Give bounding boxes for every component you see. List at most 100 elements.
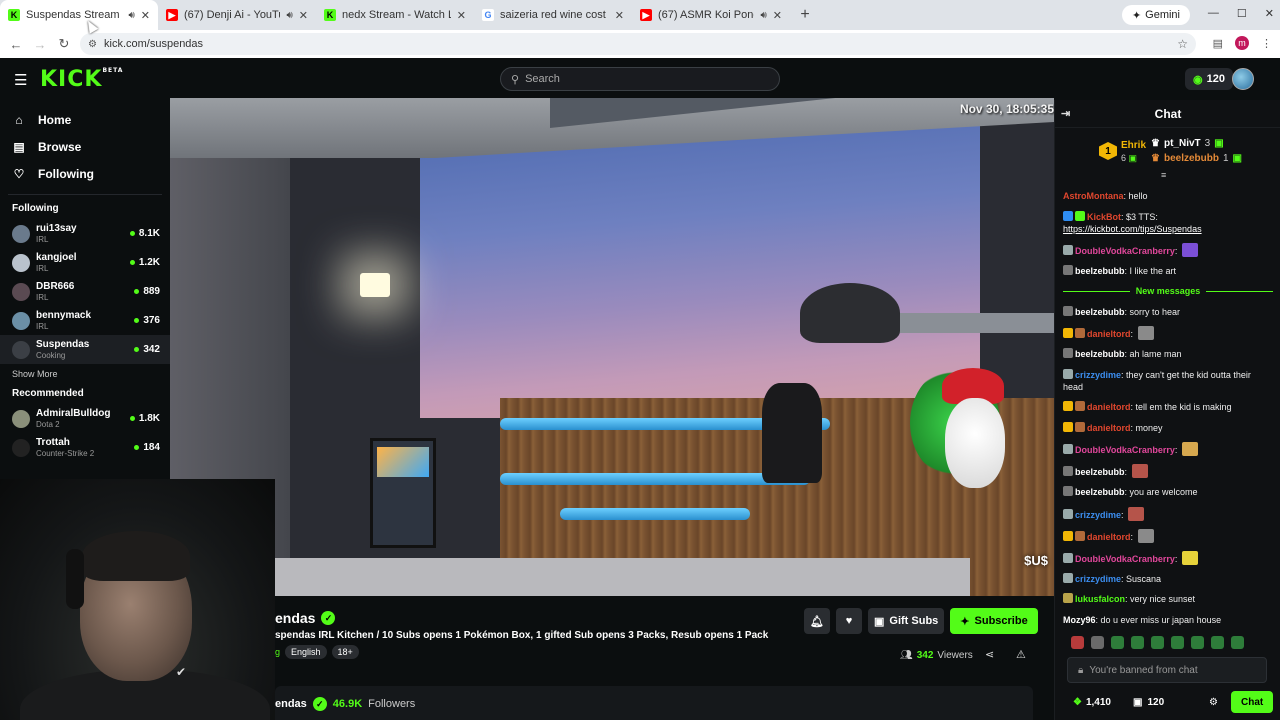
minimize-icon[interactable]: —: [1208, 7, 1219, 20]
streamer-name[interactable]: endas: [275, 610, 315, 626]
video-watermark: $U$: [1024, 553, 1048, 568]
close-tab-icon[interactable]: ✕: [773, 9, 782, 22]
emote-icon[interactable]: [1231, 636, 1244, 649]
expand-pinned-icon[interactable]: ≡: [1161, 170, 1166, 180]
subscribe-button[interactable]: ✦ Subscribe: [950, 608, 1038, 634]
emote-icon[interactable]: [1131, 636, 1144, 649]
notification-bell-button[interactable]: 🔔︎: [804, 608, 830, 634]
chat-username[interactable]: Mozy96: [1063, 615, 1096, 625]
tag-language[interactable]: English: [285, 645, 327, 659]
chat-username[interactable]: DoubleVodkaCranberry: [1075, 246, 1175, 256]
browser-tab[interactable]: Gsaizeria red wine cost - Google ✕: [474, 0, 632, 30]
back-icon[interactable]: ←: [4, 37, 28, 52]
emote-icon[interactable]: [1171, 636, 1184, 649]
speaker-icon[interactable]: 🔊︎: [760, 10, 766, 21]
chat-send-button[interactable]: Chat: [1231, 691, 1274, 713]
follow-heart-button[interactable]: ♥: [836, 608, 862, 634]
chat-username[interactable]: beelzebubb: [1075, 349, 1125, 359]
close-window-icon[interactable]: ✕: [1265, 7, 1274, 20]
close-tab-icon[interactable]: ✕: [457, 9, 466, 22]
nav-item-following[interactable]: ♡ Following: [12, 160, 170, 187]
chat-username[interactable]: beelzebubb: [1075, 307, 1125, 317]
sidebar-channel[interactable]: DBR666 IRL 889: [0, 277, 170, 306]
chat-username[interactable]: DoubleVodkaCranberry: [1075, 554, 1175, 564]
hamburger-menu-icon[interactable]: ☰: [14, 71, 27, 89]
show-more-link[interactable]: Show More: [0, 364, 170, 384]
leader-second[interactable]: ♛ pt_NivT 3 ▣: [1151, 138, 1224, 149]
chat-username[interactable]: crizzydime: [1075, 510, 1121, 520]
search-input[interactable]: ⚲ Search: [500, 67, 780, 91]
chat-username[interactable]: KickBot: [1087, 212, 1121, 222]
category-link[interactable]: g: [275, 647, 280, 657]
chat-username[interactable]: crizzydime: [1075, 574, 1121, 584]
kick-logo[interactable]: KICKBETA: [40, 67, 123, 92]
collapse-chat-icon[interactable]: ⇥: [1061, 107, 1070, 120]
chat-username[interactable]: AstroMontana: [1063, 191, 1124, 201]
profile-avatar[interactable]: m: [1235, 36, 1249, 50]
speaker-icon[interactable]: 🔊︎: [128, 10, 134, 21]
chat-username[interactable]: beelzebubb: [1075, 487, 1125, 497]
sidebar-channel[interactable]: rui13say IRL 8.1K: [0, 219, 170, 248]
maximize-icon[interactable]: ☐: [1237, 7, 1247, 20]
nav-item-home[interactable]: ⌂ Home: [12, 106, 170, 133]
bookmark-star-icon[interactable]: ☆: [1177, 37, 1188, 51]
nav-item-browse[interactable]: ▤ Browse: [12, 133, 170, 160]
browser-tab[interactable]: ▶ (67) Denji Ai - YouTube 🔊︎ ✕: [158, 0, 316, 30]
following-list: rui13say IRL 8.1K kangjoel IRL 1.2K DBR666 IRL 8…: [0, 219, 170, 364]
emote-icon[interactable]: [1111, 636, 1124, 649]
chat-input[interactable]: 🔒︎ You're banned from chat: [1067, 657, 1267, 683]
sidebar-channel[interactable]: kangjoel IRL 1.2K: [0, 248, 170, 277]
chat-username[interactable]: DoubleVodkaCranberry: [1075, 445, 1175, 455]
gemini-button[interactable]: ✦ Gemini: [1121, 5, 1190, 25]
logo-beta-tag: BETA: [102, 67, 124, 74]
sidebar-channel[interactable]: AdmiralBulldog Dota 2 1.8K: [0, 404, 170, 433]
channel-viewers: 342: [134, 344, 160, 355]
sidebar-channel[interactable]: bennymack IRL 376: [0, 306, 170, 335]
close-tab-icon[interactable]: ✕: [299, 9, 308, 22]
leader-first-name[interactable]: Ehrik: [1121, 140, 1146, 151]
chat-username[interactable]: danieltord: [1087, 329, 1131, 339]
browser-tab[interactable]: K Suspendas Stream - Watch 🔊︎ ✕: [0, 0, 158, 30]
chat-username[interactable]: danieltord: [1087, 402, 1131, 412]
forward-icon[interactable]: →: [28, 37, 52, 52]
chat-message: danieltord:: [1063, 322, 1273, 344]
emote-icon[interactable]: [1091, 636, 1104, 649]
chat-settings-icon[interactable]: ⚙: [1209, 697, 1218, 708]
emote-icon[interactable]: [1211, 636, 1224, 649]
reload-icon[interactable]: ↻: [52, 36, 76, 52]
browser-tab[interactable]: ▶ (67) ASMR Koi Pond (10 Ho 🔊︎ ✕: [632, 0, 790, 30]
sidebar-channel[interactable]: Trottah Counter-Strike 2 184: [0, 433, 170, 462]
new-tab-icon[interactable]: +: [790, 6, 820, 24]
share-icon[interactable]: ⋖: [985, 648, 994, 661]
sidebar-channel[interactable]: Suspendas Cooking 342: [0, 335, 170, 364]
site-info-icon[interactable]: ⚙: [88, 39, 97, 50]
browser-tab[interactable]: Knedx Stream - Watch Live on Ki ✕: [316, 0, 474, 30]
gift-subs-button[interactable]: ▣ Gift Subs: [868, 608, 945, 634]
emote-icon[interactable]: [1191, 636, 1204, 649]
extensions-icon[interactable]: ▤: [1213, 37, 1223, 50]
chat-username[interactable]: beelzebubb: [1075, 266, 1125, 276]
kick-points-button[interactable]: ◉ 120: [1185, 68, 1233, 90]
chat-username[interactable]: danieltord: [1087, 532, 1131, 542]
url-field[interactable]: ⚙ kick.com/suspendas ☆: [80, 33, 1196, 55]
emote-icon[interactable]: [1071, 636, 1084, 649]
chat-username[interactable]: lukusfalcon: [1075, 594, 1125, 604]
leader-third[interactable]: ♛ beelzebubb 1 ▣: [1151, 153, 1242, 164]
user-avatar[interactable]: [1232, 68, 1254, 90]
kicks-balance[interactable]: ▣ 120: [1133, 697, 1164, 708]
close-tab-icon[interactable]: ✕: [141, 9, 150, 22]
video-player[interactable]: Nov 30, 18:05:35 $U$: [170, 98, 1054, 596]
about-channel-name[interactable]: endas: [275, 698, 307, 710]
chat-badge-icon: [1063, 368, 1073, 379]
chat-username[interactable]: crizzydime: [1075, 370, 1121, 380]
close-tab-icon[interactable]: ✕: [615, 9, 624, 22]
menu-kebab-icon[interactable]: ⋮: [1261, 37, 1272, 50]
emote-icon[interactable]: [1151, 636, 1164, 649]
chat-link[interactable]: https://kickbot.com/tips/Suspendas: [1063, 224, 1202, 234]
chat-username[interactable]: beelzebubb: [1075, 467, 1125, 477]
report-icon[interactable]: ⚠: [1016, 648, 1026, 661]
channel-points[interactable]: ❖ 1,410: [1073, 697, 1111, 708]
tag-mature[interactable]: 18+: [331, 645, 359, 659]
chat-username[interactable]: danieltord: [1087, 423, 1131, 433]
speaker-icon[interactable]: 🔊︎: [286, 10, 292, 21]
